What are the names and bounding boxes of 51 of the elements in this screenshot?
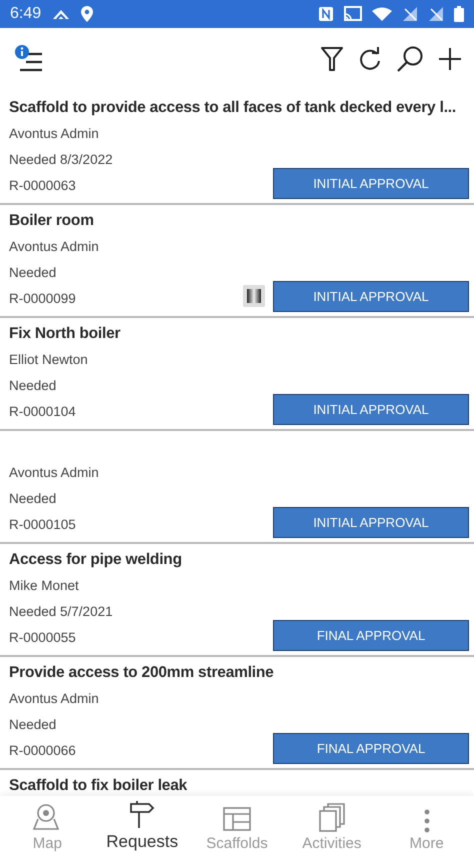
- requester-name: Elliot Newton: [9, 351, 89, 369]
- nav-tab[interactable]: Scaffolds: [190, 796, 284, 854]
- battery-icon: [454, 6, 464, 22]
- nav-tab[interactable]: Requests: [94, 796, 190, 854]
- requester-name: Avontus Admin: [9, 464, 100, 482]
- needed-date: Needed: [9, 490, 58, 508]
- request-title: Scaffold to fix boiler leak: [9, 776, 188, 796]
- request-number: R-0000105: [9, 516, 77, 534]
- request-number: R-0000104: [9, 403, 77, 421]
- nav-tab[interactable]: Map: [0, 796, 95, 854]
- wifi-icon: [372, 7, 392, 21]
- needed-date: Needed: [9, 377, 58, 395]
- nav-tab[interactable]: More: [379, 796, 474, 854]
- request-number: R-0000066: [9, 742, 77, 760]
- needed-date: Needed: [9, 264, 58, 282]
- attachment-icon[interactable]: [243, 285, 265, 307]
- more-icon: [424, 809, 430, 833]
- filter-icon[interactable]: [320, 45, 344, 73]
- approval-button[interactable]: FINAL APPROVAL: [273, 620, 469, 651]
- approval-button[interactable]: INITIAL APPROVAL: [273, 168, 469, 199]
- needed-date: Needed 8/3/2022: [9, 151, 114, 169]
- stacked-pages-icon: [316, 803, 347, 833]
- requester-name: Avontus Admin: [9, 238, 100, 256]
- requester-name: Avontus Admin: [9, 125, 100, 143]
- request-title: Fix North boiler: [9, 324, 120, 344]
- requester-name: Mike Monet: [9, 577, 80, 595]
- needed-date: Needed 5/7/2021: [9, 603, 114, 621]
- add-icon[interactable]: [438, 47, 462, 71]
- signal-icon: [428, 6, 444, 22]
- approval-button[interactable]: INITIAL APPROVAL: [273, 507, 469, 538]
- request-title: Access for pipe welding: [9, 550, 182, 570]
- layout-icon: [222, 805, 252, 833]
- refresh-icon[interactable]: [358, 46, 382, 72]
- cast-icon: [344, 6, 362, 22]
- request-number: R-0000063: [9, 177, 77, 195]
- nav-tab[interactable]: Activities: [284, 796, 380, 854]
- signal-icon: [402, 6, 418, 22]
- search-icon[interactable]: [396, 45, 424, 73]
- request-title: Boiler room: [9, 211, 94, 231]
- approval-button[interactable]: INITIAL APPROVAL: [273, 394, 469, 425]
- status-time: 6:49: [10, 5, 42, 23]
- approval-button[interactable]: FINAL APPROVAL: [273, 733, 469, 764]
- request-number: R-0000099: [9, 290, 77, 308]
- requester-name: Avontus Admin: [9, 690, 100, 708]
- request-title: Provide access to 200mm streamline: [9, 663, 274, 683]
- approval-button[interactable]: INITIAL APPROVAL: [273, 281, 469, 312]
- needed-date: Needed: [9, 716, 58, 734]
- location-icon: [81, 6, 94, 22]
- request-title: Scaffold to provide access to all faces of tank decked every l...: [9, 98, 456, 118]
- nfc-icon: [318, 6, 334, 22]
- request-number: R-0000055: [9, 629, 77, 647]
